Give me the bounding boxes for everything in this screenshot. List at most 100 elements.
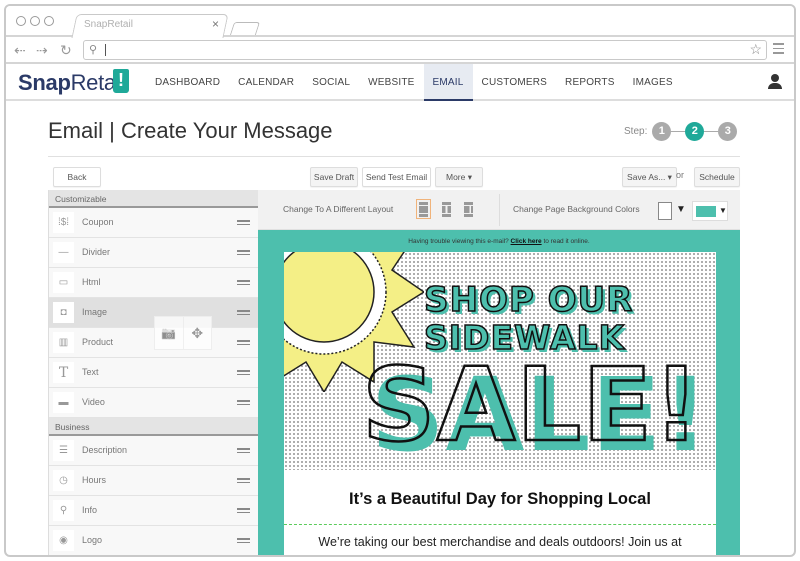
back-arrow-icon[interactable]: ⇠ <box>14 42 26 59</box>
window-controls <box>16 16 54 26</box>
text-icon: T <box>53 362 74 383</box>
add-image-camera-icon[interactable]: 📷 <box>155 317 184 349</box>
send-test-email-button[interactable]: Send Test Email <box>362 167 431 187</box>
snapretail-logo[interactable]: SnapRetail <box>18 70 125 96</box>
search-icon: ⚲ <box>89 44 98 56</box>
layout-single-column-icon[interactable] <box>416 199 431 219</box>
step-1[interactable]: 1 <box>652 122 672 141</box>
block-label: Video <box>82 397 105 407</box>
nav-dashboard[interactable]: DASHBOARD <box>146 64 229 101</box>
block-label: Logo <box>82 535 103 545</box>
move-icon[interactable]: ✥ <box>184 317 212 349</box>
drag-handle-icon[interactable] <box>237 340 250 347</box>
block-html[interactable]: ▭ Html <box>49 268 258 298</box>
logo-badge-icon: ! <box>113 69 129 93</box>
drag-handle-icon[interactable] <box>237 280 250 287</box>
drag-handle-icon[interactable] <box>237 508 250 515</box>
maximize-window-button[interactable] <box>44 16 54 26</box>
drag-handle-icon[interactable] <box>237 448 250 455</box>
drag-handle-icon[interactable] <box>237 310 250 317</box>
minimize-window-button[interactable] <box>30 16 40 26</box>
user-account-icon[interactable] <box>768 74 782 90</box>
save-as-dropdown-button[interactable]: Save As... ▾ <box>622 167 677 187</box>
browser-menu-icon[interactable] <box>773 43 784 57</box>
image-block-hover-tools: 📷 ✥ <box>154 316 212 350</box>
trouble-suffix: to read it online. <box>543 238 590 245</box>
section-header-business: Business <box>49 418 258 436</box>
save-draft-button[interactable]: Save Draft <box>310 167 358 187</box>
logo-icon: ◉ <box>53 530 74 551</box>
main-nav: DASHBOARD CALENDAR SOCIAL WEBSITE EMAIL … <box>146 64 682 101</box>
email-subheading[interactable]: It’s a Beautiful Day for Shopping Local <box>284 490 716 509</box>
block-hours[interactable]: ◷ Hours <box>49 466 258 496</box>
block-divider[interactable]: — Divider <box>49 238 258 268</box>
nav-email[interactable]: EMAIL <box>423 64 473 101</box>
view-online-link[interactable]: Click here <box>511 238 542 245</box>
nav-calendar[interactable]: CALENDAR <box>229 64 303 101</box>
location-pin-icon: ⚲ <box>53 500 74 521</box>
email-editor-canvas: Change To A Different Layout Change Page… <box>258 190 740 555</box>
layout-label: Change To A Different Layout <box>283 204 394 214</box>
close-window-button[interactable] <box>16 16 26 26</box>
nav-website[interactable]: WEBSITE <box>359 64 423 101</box>
drag-handle-icon[interactable] <box>237 220 250 227</box>
step-connector <box>671 131 686 132</box>
editor-toolbar: Change To A Different Layout Change Page… <box>258 190 740 230</box>
nav-reports[interactable]: REPORTS <box>556 64 624 101</box>
url-input[interactable]: ⚲ ☆ <box>83 40 767 60</box>
chevron-down-icon: ▼ <box>719 206 727 215</box>
step-indicator: Step: 1 2 3 <box>624 122 738 141</box>
block-label: Text <box>82 367 99 377</box>
background-colors-label: Change Page Background Colors <box>513 204 640 214</box>
drag-handle-icon[interactable] <box>237 478 250 485</box>
block-label: Image <box>82 307 108 317</box>
email-background-color-picker[interactable]: ▼ <box>692 201 728 221</box>
sale-banner-image[interactable]: SHOP OUR SIDEWALK SALE! <box>284 252 716 470</box>
drag-handle-icon[interactable] <box>237 538 250 545</box>
email-body[interactable]: SHOP OUR SIDEWALK SALE! It’s a Beautiful… <box>284 252 716 555</box>
address-bar: ⇠ ⇢ ↻ ⚲ ☆ <box>6 37 794 64</box>
drag-handle-icon[interactable] <box>237 370 250 377</box>
layout-sidebar-icon[interactable] <box>461 199 476 219</box>
block-label: Coupon <box>82 217 114 227</box>
nav-social[interactable]: SOCIAL <box>303 64 359 101</box>
tab-close-icon[interactable]: × <box>212 17 219 31</box>
step-label: Step: <box>624 126 648 137</box>
email-body-text[interactable]: We’re taking our best merchandise and de… <box>284 535 716 549</box>
divider <box>48 156 740 157</box>
forward-arrow-icon[interactable]: ⇢ <box>36 42 48 59</box>
bookmark-star-icon[interactable]: ☆ <box>749 41 762 58</box>
divider-icon: — <box>53 242 74 263</box>
or-label: or <box>676 170 685 180</box>
page-background-color-swatch[interactable] <box>658 202 672 220</box>
block-logo[interactable]: ◉ Logo <box>49 526 258 555</box>
more-dropdown-button[interactable]: More ▾ <box>435 167 483 187</box>
block-description[interactable]: ☰ Description <box>49 436 258 466</box>
block-coupon[interactable]: ⁞$⁞ Coupon <box>49 208 258 238</box>
drag-handle-icon[interactable] <box>237 250 250 257</box>
logo-text-bold: Snap <box>18 70 71 95</box>
coupon-icon: ⁞$⁞ <box>53 212 74 233</box>
drag-handle-icon[interactable] <box>237 400 250 407</box>
step-connector <box>704 131 719 132</box>
block-info[interactable]: ⚲ Info <box>49 496 258 526</box>
schedule-button[interactable]: Schedule <box>694 167 740 187</box>
step-2[interactable]: 2 <box>685 122 705 141</box>
step-3[interactable]: 3 <box>718 122 738 141</box>
block-text[interactable]: T Text <box>49 358 258 388</box>
block-label: Product <box>82 337 114 347</box>
image-icon: ◘ <box>53 302 74 323</box>
description-icon: ☰ <box>53 440 74 461</box>
back-button[interactable]: Back <box>53 167 101 187</box>
chevron-down-icon[interactable]: ▼ <box>676 204 686 215</box>
nav-customers[interactable]: CUSTOMERS <box>473 64 557 101</box>
block-label: Description <box>82 445 128 455</box>
layout-two-column-icon[interactable] <box>439 199 454 219</box>
reload-icon[interactable]: ↻ <box>60 42 72 59</box>
block-label: Divider <box>82 247 111 257</box>
nav-images[interactable]: IMAGES <box>624 64 682 101</box>
block-label: Info <box>82 505 98 515</box>
block-label: Html <box>82 277 101 287</box>
new-tab-button[interactable] <box>229 22 261 35</box>
block-video[interactable]: ▬ Video <box>49 388 258 418</box>
